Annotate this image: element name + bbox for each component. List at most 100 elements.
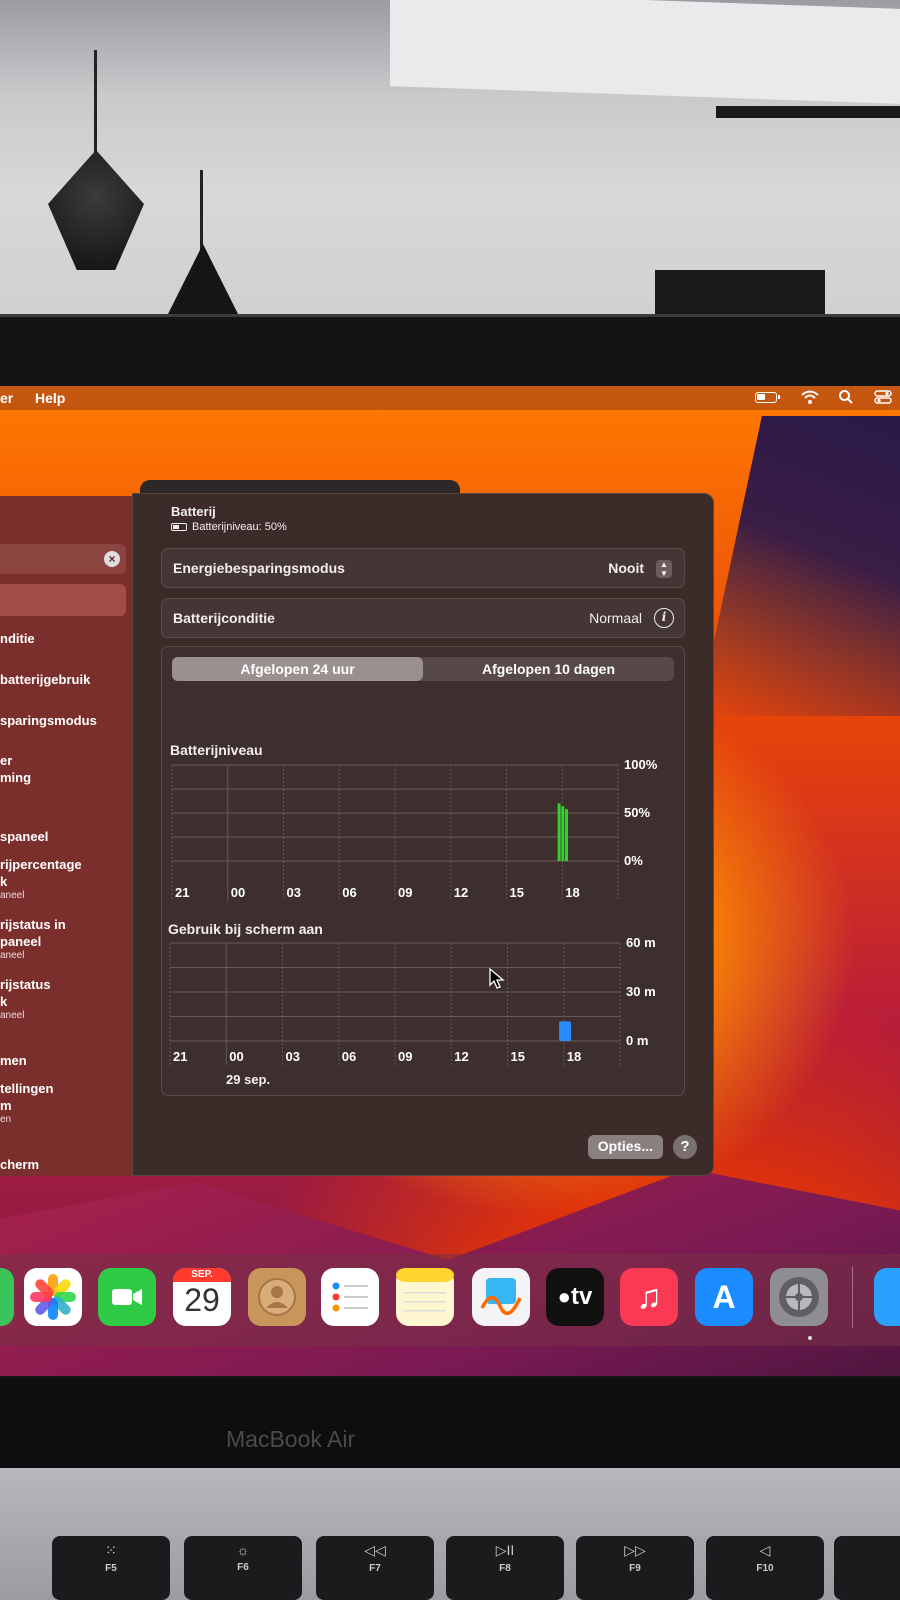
help-button[interactable]: ?	[673, 1135, 697, 1159]
dock-notes-app[interactable]	[396, 1268, 454, 1326]
y-tick-label: 0 m	[626, 1033, 648, 1048]
sidebar-item[interactable]: rijstatus k aneel	[0, 976, 132, 1022]
sidebar-item[interactable]: nditie	[0, 630, 132, 647]
key-f7[interactable]: ◁◁ F7	[316, 1536, 434, 1600]
dock-photos-app[interactable]	[24, 1268, 82, 1326]
low-power-mode-label: Energiebesparingsmodus	[173, 560, 345, 576]
key-label: F9	[629, 1563, 641, 1574]
key-label: F6	[237, 1562, 249, 1573]
settings-sidebar: × nditie batterijgebruik sparingsmodus e…	[0, 496, 132, 1176]
info-icon[interactable]: i	[654, 608, 674, 628]
dock-facetime-app[interactable]	[98, 1268, 156, 1326]
key-f5[interactable]: ⁙ F5	[52, 1536, 170, 1600]
sidebar-item[interactable]: batterijgebruik	[0, 671, 132, 688]
y-tick-label: 100%	[624, 757, 658, 772]
running-indicator	[808, 1336, 812, 1340]
menu-help[interactable]: Help	[35, 390, 65, 406]
dock-music-app[interactable]: ♫	[620, 1268, 678, 1326]
ceiling-panel	[390, 0, 900, 104]
dock-contacts-app[interactable]	[248, 1268, 306, 1326]
battery-health-value: Normaal	[589, 610, 642, 626]
gear-icon	[779, 1277, 819, 1317]
dock-system-settings-app[interactable]	[770, 1268, 828, 1326]
room-backdrop	[0, 0, 900, 320]
dock: SEP. 29 ●tv ♫ A	[0, 1254, 900, 1346]
options-button[interactable]: Opties...	[587, 1135, 663, 1159]
sidebar-item-selected[interactable]	[0, 584, 126, 616]
sidebar-item-label: sparingsmodus	[0, 713, 97, 728]
dock-appstore-app[interactable]: A	[695, 1268, 753, 1326]
sidebar-item-sublabel: en	[0, 1114, 12, 1125]
sidebar-item[interactable]: sparingsmodus	[0, 712, 132, 729]
sidebar-item[interactable]: men	[0, 1052, 132, 1069]
dock-folder-app[interactable]	[874, 1268, 900, 1326]
list-icon	[332, 1282, 368, 1312]
sidebar-item[interactable]: spaneel	[0, 828, 132, 845]
wallpaper-shape	[698, 416, 900, 716]
key-label: F7	[369, 1563, 381, 1574]
tab-last-24-hours[interactable]: Afgelopen 24 uur	[172, 657, 423, 681]
battery-settings-window: Batterij Batterijniveau: 50% Energiebesp…	[132, 493, 714, 1176]
clear-search-icon[interactable]: ×	[104, 551, 120, 567]
x-tick-label: 06	[342, 1049, 356, 1064]
y-tick-label: 30 m	[626, 984, 656, 999]
x-tick-label: 15	[510, 885, 524, 900]
key-symbol: ▷II	[495, 1542, 515, 1558]
sidebar-item[interactable]: cherm	[0, 1156, 132, 1173]
battery-icon[interactable]	[755, 392, 780, 403]
data-bar	[557, 803, 561, 861]
key-f11[interactable]	[834, 1536, 900, 1600]
page-title: Batterij	[171, 504, 216, 519]
battery-health-row: Batterijconditie Normaal i	[161, 598, 685, 638]
key-symbol: ☼	[236, 1542, 250, 1558]
dock-divider	[852, 1266, 853, 1328]
search-icon[interactable]	[838, 389, 854, 409]
x-tick-label: 21	[175, 885, 189, 900]
x-tick-label: 00	[229, 1049, 243, 1064]
calendar-month: SEP.	[173, 1268, 231, 1282]
sidebar-item[interactable]: rijstatus in paneel aneel	[0, 916, 132, 962]
dock-tv-app[interactable]: ●tv	[546, 1268, 604, 1326]
sidebar-item[interactable]: tellingen m en	[0, 1080, 132, 1126]
notes-icon	[396, 1268, 454, 1312]
key-symbol: ◁	[759, 1542, 771, 1558]
mouse-cursor-icon	[489, 968, 505, 989]
wifi-icon[interactable]	[801, 389, 819, 409]
key-f8[interactable]: ▷II F8	[446, 1536, 564, 1600]
x-tick-label: 06	[342, 885, 356, 900]
key-f6[interactable]: ☼ F6	[184, 1536, 302, 1600]
low-power-mode-row[interactable]: Energiebesparingsmodus Nooit ▲ ▼	[161, 548, 685, 588]
sidebar-search-field[interactable]: ×	[0, 544, 126, 574]
low-power-mode-value[interactable]: Nooit	[608, 560, 644, 576]
battery-icon	[171, 523, 187, 531]
data-bar	[565, 809, 569, 861]
popup-stepper-icon[interactable]: ▲ ▼	[656, 560, 672, 578]
control-center-icon[interactable]	[874, 389, 892, 409]
dock-freeform-app[interactable]	[472, 1268, 530, 1326]
pendant-lamp	[48, 150, 144, 270]
sidebar-item-label: batterijgebruik	[0, 672, 91, 687]
dock-messages-app[interactable]	[0, 1268, 14, 1326]
chandelier-body	[655, 270, 825, 314]
sidebar-item-sublabel: aneel	[0, 950, 25, 961]
dock-calendar-app[interactable]: SEP. 29	[173, 1268, 231, 1326]
sidebar-item[interactable]: er ming	[0, 752, 132, 786]
x-tick-label: 12	[454, 885, 468, 900]
chandelier-bar	[716, 106, 900, 118]
sidebar-item-label: cherm	[0, 1157, 40, 1172]
battery-level-chart: 21 00 03 06 09 12 15 18 100% 50% 0%	[171, 757, 658, 901]
x-tick-label: 09	[398, 885, 412, 900]
key-f9[interactable]: ▷▷ F9	[576, 1536, 694, 1600]
tab-last-10-days[interactable]: Afgelopen 10 dagen	[423, 657, 674, 681]
sidebar-item-label: men	[0, 1053, 27, 1068]
key-f10[interactable]: ◁ F10	[706, 1536, 824, 1600]
sidebar-item[interactable]: rijpercentage k aneel	[0, 856, 132, 902]
menu-item[interactable]: er	[0, 390, 13, 406]
pendant-lamp	[168, 244, 238, 314]
lamp-cord	[94, 50, 97, 160]
x-tick-label: 18	[565, 885, 579, 900]
data-bar	[559, 1021, 572, 1041]
dock-reminders-app[interactable]	[321, 1268, 379, 1326]
freeform-icon	[480, 1278, 522, 1316]
key-label: F8	[499, 1563, 511, 1574]
